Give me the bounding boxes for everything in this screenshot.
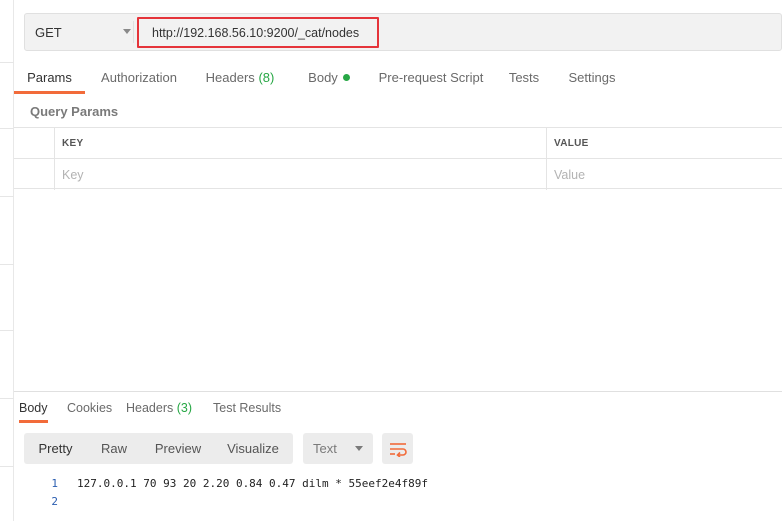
chevron-down-icon xyxy=(123,29,131,34)
response-headers-count-badge: (3) xyxy=(176,401,193,415)
method-label: GET xyxy=(35,24,62,40)
format-select-value: Text xyxy=(313,441,337,456)
tab-tests[interactable]: Tests xyxy=(503,62,545,94)
view-raw-button[interactable]: Raw xyxy=(93,433,135,464)
left-sidebar-edge xyxy=(0,0,14,521)
response-body-viewer[interactable]: 1 127.0.0.1 70 93 20 2.20 0.84 0.47 dilm… xyxy=(14,472,782,521)
response-divider[interactable] xyxy=(14,391,782,392)
url-text: http://192.168.56.10:9200/_cat/nodes xyxy=(152,25,360,40)
tab-headers[interactable]: Headers (8) xyxy=(200,62,280,94)
response-tab-test-results[interactable]: Test Results xyxy=(213,393,281,423)
row-checkbox-cell[interactable] xyxy=(14,159,55,190)
wrap-lines-button[interactable] xyxy=(382,433,413,464)
line-number: 1 xyxy=(51,477,58,490)
key-header-cell: KEY xyxy=(55,128,547,159)
headers-count-badge: (8) xyxy=(258,70,275,85)
line-text: 127.0.0.1 70 93 20 2.20 0.84 0.47 dilm *… xyxy=(77,477,428,490)
view-mode-group: Pretty Raw Preview Visualize xyxy=(24,433,293,464)
tab-params[interactable]: Params xyxy=(14,62,85,94)
request-url-bar: GET http://192.168.56.10:9200/_cat/nodes xyxy=(24,13,782,51)
chevron-down-icon xyxy=(355,446,363,451)
wrap-lines-icon xyxy=(389,442,407,457)
tab-body[interactable]: Body xyxy=(302,62,356,94)
value-header-cell: VALUE xyxy=(554,138,589,149)
method-divider xyxy=(133,21,134,43)
response-tab-headers[interactable]: Headers (3) xyxy=(126,393,192,423)
table-row: Key Value xyxy=(14,158,782,190)
key-input[interactable]: Key xyxy=(55,159,547,190)
green-dot-icon xyxy=(342,74,350,81)
url-input[interactable]: http://192.168.56.10:9200/_cat/nodes xyxy=(137,17,379,48)
view-pretty-button[interactable]: Pretty xyxy=(28,433,83,464)
tab-pre-request-script[interactable]: Pre-request Script xyxy=(374,62,488,94)
response-tab-body[interactable]: Body xyxy=(19,393,48,423)
response-tab-cookies[interactable]: Cookies xyxy=(67,393,112,423)
format-select[interactable]: Text xyxy=(303,433,373,464)
method-select[interactable]: GET xyxy=(25,14,133,50)
line-number: 2 xyxy=(51,495,58,508)
checkbox-header-cell xyxy=(14,128,55,159)
value-input[interactable]: Value xyxy=(547,159,782,190)
view-visualize-button[interactable]: Visualize xyxy=(220,433,286,464)
query-params-title: Query Params xyxy=(30,104,119,119)
response-tabs: Body Cookies Headers (3) Test Results xyxy=(14,393,782,423)
view-preview-button[interactable]: Preview xyxy=(146,433,210,464)
tab-authorization[interactable]: Authorization xyxy=(94,62,184,94)
table-header-row: KEY VALUE xyxy=(14,127,782,159)
query-params-table: KEY VALUE Key Value xyxy=(14,127,782,190)
request-tabs: Params Authorization Headers (8) Body Pr… xyxy=(14,62,782,94)
tab-settings[interactable]: Settings xyxy=(562,62,622,94)
